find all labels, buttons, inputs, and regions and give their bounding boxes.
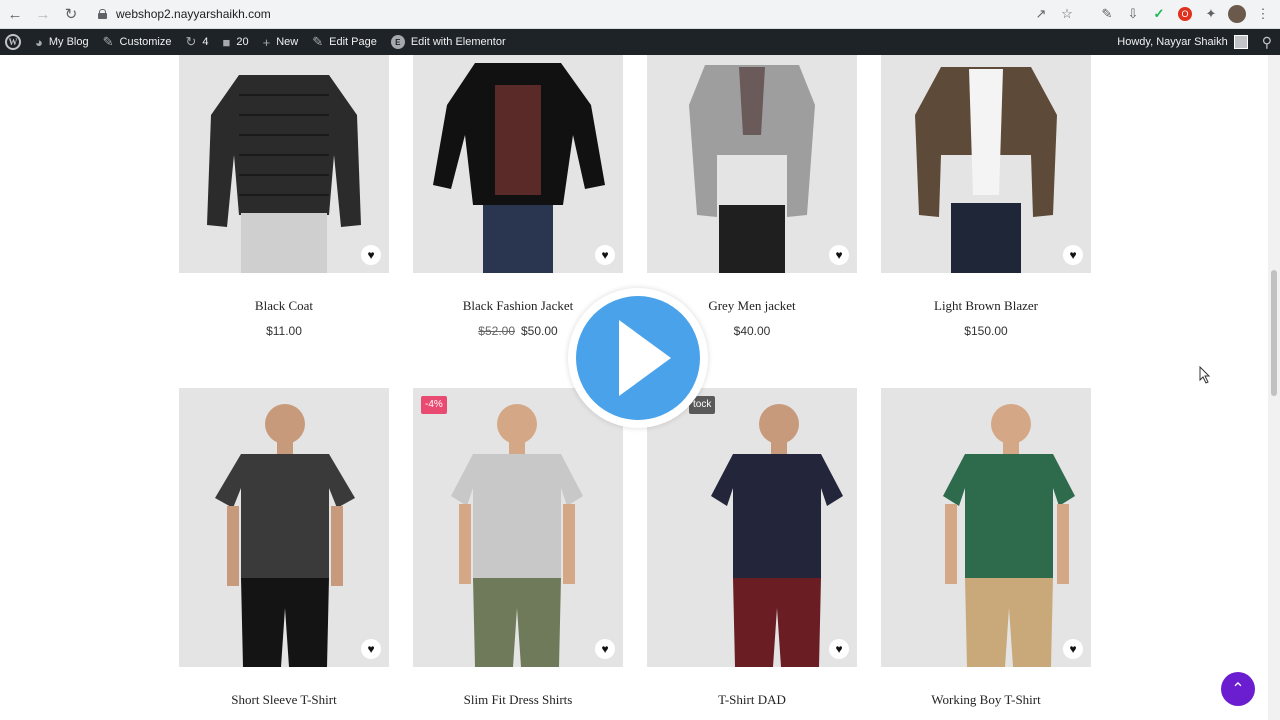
product-image[interactable]: ♥ [179, 388, 389, 667]
price-value: $11.00 [266, 324, 302, 338]
back-to-top-button[interactable]: ⌃ [1221, 672, 1255, 706]
product-image[interactable]: ♥ [881, 388, 1091, 667]
wp-logo-menu[interactable]: W [0, 29, 29, 55]
search-icon[interactable]: ⚲ [1262, 34, 1272, 51]
customize-label: Customize [119, 36, 172, 48]
updates-link[interactable]: ↻ 4 [179, 29, 216, 55]
forward-arrow-icon[interactable]: → [30, 1, 56, 27]
product-title[interactable]: Working Boy T-Shirt [881, 692, 1091, 708]
sale-badge: -4% [421, 396, 447, 414]
customize-link[interactable]: ✎ Customize [97, 29, 180, 55]
light-brown-blazer-photo [881, 55, 1091, 273]
tshirt-dad-photo [647, 388, 857, 667]
menu-dots-icon[interactable]: ⋮ [1252, 3, 1274, 25]
new-content-link[interactable]: + New [257, 29, 307, 55]
chevron-up-icon: ⌃ [1231, 681, 1245, 698]
short-sleeve-tshirt-photo [179, 388, 389, 667]
scrollbar-thumb[interactable] [1271, 270, 1277, 396]
price-value: $50.00 [521, 324, 558, 338]
black-fashion-jacket-photo [413, 55, 623, 273]
star-icon[interactable]: ☆ [1056, 3, 1078, 25]
new-label: New [276, 36, 299, 48]
my-blog-link[interactable]: ◕ My Blog [29, 29, 97, 55]
mouse-cursor-icon [1199, 366, 1211, 384]
puzzle-icon[interactable]: ✦ [1200, 3, 1222, 25]
reload-icon[interactable]: ↻ [58, 1, 84, 27]
product-image[interactable]: -4% ♥ [413, 388, 623, 667]
wishlist-heart-icon[interactable]: ♥ [595, 245, 615, 265]
wishlist-heart-icon[interactable]: ♥ [595, 639, 615, 659]
my-blog-label: My Blog [48, 36, 89, 48]
wishlist-heart-icon[interactable]: ♥ [829, 639, 849, 659]
product-title[interactable]: Light Brown Blazer [881, 298, 1091, 314]
dashboard-icon: ◕ [35, 34, 43, 50]
price-value: $40.00 [733, 324, 771, 338]
price-value: $150.00 [964, 324, 1008, 338]
wishlist-heart-icon[interactable]: ♥ [1063, 245, 1083, 265]
url-text[interactable]: webshop2.nayyarshaikh.com [116, 7, 271, 21]
edit-page-label: Edit Page [329, 36, 377, 48]
edit-page-link[interactable]: ✎ Edit Page [306, 29, 385, 55]
wishlist-heart-icon[interactable]: ♥ [361, 639, 381, 659]
extension-opera-icon[interactable]: O [1174, 3, 1196, 25]
old-price-value: $52.00 [478, 324, 515, 338]
wp-account-area: Howdy, Nayyar Shaikh ⚲ [1117, 29, 1280, 55]
wishlist-heart-icon[interactable]: ♥ [361, 245, 381, 265]
product-image[interactable]: tock ♥ [647, 388, 857, 667]
product-title[interactable]: Short Sleeve T-Shirt [179, 692, 389, 708]
page-scrollbar[interactable] [1268, 55, 1280, 720]
extension-download-icon[interactable]: ⇩ [1122, 3, 1144, 25]
updates-count: 4 [202, 36, 209, 48]
lock-icon[interactable] [98, 9, 107, 19]
product-price: $11.00 [179, 324, 389, 338]
product-price: $150.00 [881, 324, 1091, 338]
brush-icon: ✎ [102, 34, 114, 49]
play-icon [619, 320, 671, 396]
wishlist-heart-icon[interactable]: ♥ [1063, 639, 1083, 659]
product-image[interactable]: ♥ [413, 55, 623, 273]
user-avatar[interactable] [1233, 35, 1248, 49]
elementor-link[interactable]: E Edit with Elementor [385, 29, 514, 55]
comments-link[interactable]: ■ 20 [217, 29, 257, 55]
toolbar-actions: ↗ ☆ ✎ ⇩ ✓ O ✦ ⋮ [1030, 3, 1274, 25]
product-title[interactable]: T-Shirt DAD [647, 692, 857, 708]
product-image[interactable]: ♥ [647, 55, 857, 273]
address-bar[interactable]: webshop2.nayyarshaikh.com [88, 3, 1096, 25]
wishlist-heart-icon[interactable]: ♥ [829, 245, 849, 265]
product-title[interactable]: Slim Fit Dress Shirts [413, 692, 623, 708]
extension-green-icon[interactable]: ✓ [1148, 3, 1170, 25]
grey-men-jacket-photo [647, 55, 857, 273]
wp-admin-bar: W ◕ My Blog ✎ Customize ↻ 4 ■ 20 + New ✎… [0, 29, 1280, 55]
extension-pen-icon[interactable]: ✎ [1096, 3, 1118, 25]
product-image[interactable]: ♥ [881, 55, 1091, 273]
video-play-button[interactable] [568, 288, 708, 428]
black-coat-photo [179, 55, 389, 273]
elementor-label: Edit with Elementor [410, 36, 506, 48]
back-arrow-icon[interactable]: ← [2, 1, 28, 27]
slim-fit-dress-shirts-photo [413, 388, 623, 667]
play-button-circle [576, 296, 700, 420]
working-boy-tshirt-photo [881, 388, 1091, 667]
comments-count: 20 [236, 36, 249, 48]
comment-icon: ■ [222, 34, 231, 50]
profile-avatar[interactable] [1226, 3, 1248, 25]
share-icon[interactable]: ↗ [1030, 3, 1052, 25]
product-image[interactable]: ♥ [179, 55, 389, 273]
product-title[interactable]: Black Coat [179, 298, 389, 314]
pencil-icon: ✎ [312, 34, 324, 49]
updates-icon: ↻ [185, 34, 197, 49]
howdy-label[interactable]: Howdy, Nayyar Shaikh [1117, 36, 1227, 48]
plus-icon: + [262, 34, 271, 50]
elementor-icon: E [390, 35, 405, 49]
wordpress-logo-icon: W [5, 34, 21, 50]
browser-toolbar: ← → ↻ webshop2.nayyarshaikh.com ↗ ☆ ✎ ⇩ … [0, 0, 1280, 29]
